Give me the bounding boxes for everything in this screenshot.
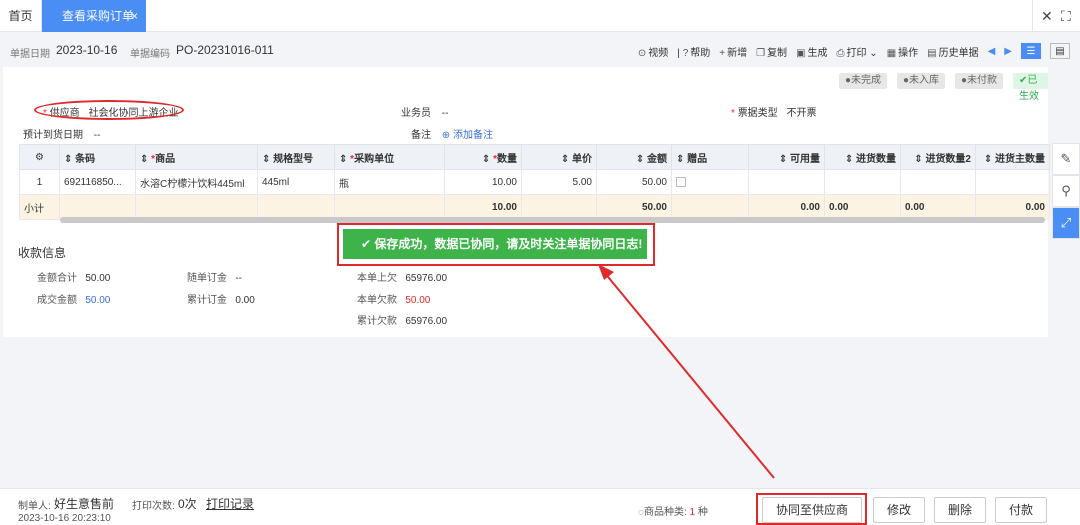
pay-button[interactable]: 付款 (995, 497, 1047, 523)
arrow-head (598, 264, 614, 280)
kinds-field: ◌商品种类: 1 种 (638, 503, 708, 518)
arrow-line (604, 272, 774, 478)
timestamp: 2023-10-16 20:23:10 (18, 513, 111, 524)
print-log-link[interactable]: 打印记录 (206, 495, 254, 512)
kinds-unit: 种 (698, 507, 708, 518)
edit-button[interactable]: 修改 (873, 497, 925, 523)
kinds-label: 商品种类: (644, 507, 687, 518)
highlight-box (756, 493, 867, 525)
maker-value: 好生意售前 (54, 495, 114, 512)
delete-button[interactable]: 删除 (934, 497, 986, 523)
kinds-value: 1 (690, 507, 696, 518)
print-count-value: 0次 (178, 495, 197, 512)
maker-label: 制单人: (18, 497, 51, 512)
annotation-arrow (0, 0, 1080, 525)
print-count-label: 打印次数: (132, 497, 175, 512)
footer-bar: 制单人: 好生意售前 打印次数: 0次 打印记录 2023-10-16 20:2… (0, 488, 1080, 525)
